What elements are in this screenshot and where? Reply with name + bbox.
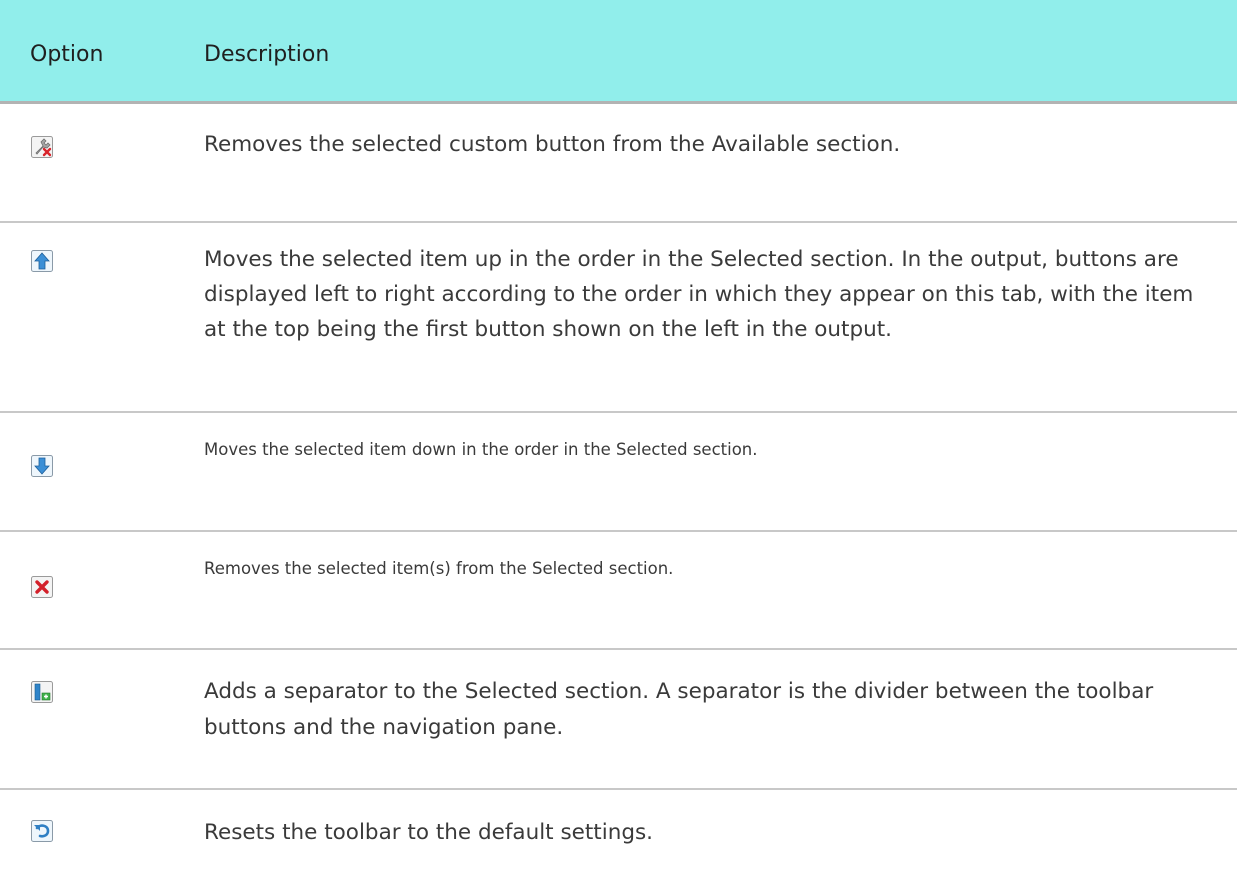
reset-icon: [31, 820, 53, 842]
table-header: Option Description: [0, 0, 1237, 104]
row-description: Removes the selected custom button from …: [204, 132, 901, 157]
description-cell: Adds a separator to the Selected section…: [204, 650, 1237, 788]
option-cell: [0, 413, 204, 530]
description-cell: Moves the selected item up in the order …: [204, 223, 1237, 411]
description-cell: Resets the toolbar to the default settin…: [204, 790, 1237, 870]
move-up-icon: [31, 250, 53, 272]
option-cell: [0, 104, 204, 221]
table-row: Moves the selected item up in the order …: [0, 223, 1237, 413]
table-row: Moves the selected item down in the orde…: [0, 413, 1237, 532]
row-description: Removes the selected item(s) from the Se…: [204, 559, 674, 578]
row-description: Adds a separator to the Selected section…: [204, 679, 1154, 740]
row-description: Moves the selected item down in the orde…: [204, 440, 758, 459]
options-table: Option Description Removes the selected …: [0, 0, 1237, 890]
option-cell: [0, 650, 204, 788]
move-down-icon: [31, 455, 53, 477]
table-row: Removes the selected custom button from …: [0, 104, 1237, 223]
row-description: Resets the toolbar to the default settin…: [204, 820, 654, 845]
option-cell: [0, 532, 204, 648]
header-option: Option: [30, 42, 104, 67]
row-description: Moves the selected item up in the order …: [204, 247, 1194, 342]
option-cell: [0, 790, 204, 870]
remove-item-icon: [31, 576, 53, 598]
table-row: Adds a separator to the Selected section…: [0, 650, 1237, 790]
remove-custom-button-icon: [31, 136, 53, 158]
description-cell: Moves the selected item down in the orde…: [204, 413, 1237, 530]
table-row: Removes the selected item(s) from the Se…: [0, 532, 1237, 650]
add-separator-icon: [31, 681, 53, 703]
description-cell: Removes the selected custom button from …: [204, 104, 1237, 221]
option-cell: [0, 223, 204, 411]
header-description: Description: [204, 42, 330, 67]
table-row: Resets the toolbar to the default settin…: [0, 790, 1237, 870]
description-cell: Removes the selected item(s) from the Se…: [204, 532, 1237, 648]
